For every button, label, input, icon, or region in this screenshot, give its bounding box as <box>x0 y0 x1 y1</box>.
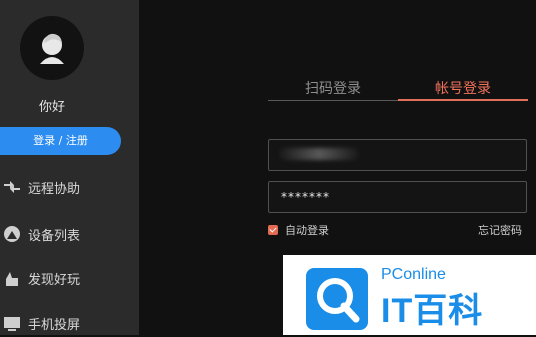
sidebar-item-discover[interactable]: 发现好玩 <box>0 264 139 292</box>
sidebar-item-label: 远程协助 <box>28 181 81 197</box>
sidebar-item-label: 发现好玩 <box>28 272 81 288</box>
forgot-password-link[interactable]: 忘记密码 <box>478 222 522 238</box>
remote-assist-icon <box>2 177 22 197</box>
magnifier-logo-icon <box>306 268 368 330</box>
sidebar: 你好 登录 / 注册 远程协助 设备列表 发现好玩 手机投屏 <box>0 0 139 335</box>
checkbox-checked-icon <box>268 225 278 235</box>
auto-login-checkbox[interactable]: 自动登录 <box>268 222 329 238</box>
login-register-button[interactable]: 登录 / 注册 <box>0 127 121 155</box>
tab-account-login[interactable]: 帐号登录 <box>398 78 528 98</box>
user-avatar[interactable] <box>20 16 84 80</box>
device-list-icon <box>2 224 22 244</box>
auto-login-label: 自动登录 <box>285 224 329 237</box>
phone-cast-icon <box>2 313 22 333</box>
active-tab-underline <box>398 99 528 101</box>
redacted-username <box>279 148 359 160</box>
sidebar-item-phone-cast[interactable]: 手机投屏 <box>0 309 139 337</box>
greeting-text: 你好 <box>38 100 65 115</box>
user-silhouette-icon <box>40 33 64 64</box>
watermark-brand-large: IT百科 <box>381 292 484 330</box>
watermark-brand-small: PConline <box>381 266 446 283</box>
discover-icon <box>2 268 22 288</box>
sidebar-item-device-list[interactable]: 设备列表 <box>0 220 139 248</box>
sidebar-item-label: 设备列表 <box>28 228 81 244</box>
sidebar-item-label: 手机投屏 <box>28 317 81 333</box>
sidebar-item-remote-assist[interactable]: 远程协助 <box>0 173 139 201</box>
tab-qr-login[interactable]: 扫码登录 <box>268 78 398 98</box>
password-field[interactable]: ******* <box>268 181 527 213</box>
